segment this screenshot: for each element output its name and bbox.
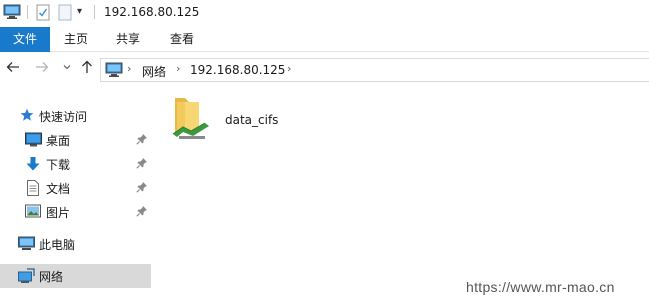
- sidebar-item-pictures[interactable]: 图片: [0, 200, 151, 224]
- sidebar-item-network[interactable]: 网络: [0, 264, 151, 288]
- back-arrow-icon[interactable]: [4, 60, 22, 80]
- navigation-bar: › 网络 › 192.168.80.125 ›: [0, 55, 649, 85]
- title-bar: ▾ 192.168.80.125: [0, 0, 649, 27]
- watermark-text: https://www.mr-mao.cn: [466, 279, 615, 295]
- sidebar-item-label: 此电脑: [39, 238, 76, 252]
- computer-icon: [3, 4, 21, 23]
- title-separator: [94, 5, 95, 19]
- download-icon: [25, 156, 41, 172]
- forward-arrow-icon[interactable]: [33, 60, 51, 80]
- document-icon: [26, 180, 42, 196]
- customize-dropdown-icon[interactable]: ▾: [77, 6, 82, 17]
- pin-icon[interactable]: [136, 133, 148, 145]
- sidebar-item-desktop[interactable]: 桌面: [0, 128, 151, 152]
- sidebar-item-quick-access[interactable]: 快速访问: [0, 104, 151, 128]
- sidebar-item-label: 桌面: [46, 134, 71, 148]
- network-share-folder-icon: [169, 94, 211, 147]
- tab-view[interactable]: 查看: [162, 27, 202, 52]
- sidebar-item-label: 文档: [46, 182, 71, 196]
- navigation-pane: 快速访问 桌面 下载 文档 图片 此电脑 网络: [0, 88, 151, 303]
- sidebar-item-label: 下载: [46, 158, 71, 172]
- pin-icon[interactable]: [136, 157, 148, 169]
- breadcrumb-chevron-icon[interactable]: ›: [287, 62, 291, 75]
- tab-file[interactable]: 文件: [0, 27, 50, 52]
- computer-icon: [105, 62, 123, 81]
- breadcrumb-chevron-icon[interactable]: ›: [176, 62, 180, 75]
- list-item[interactable]: data_cifs: [169, 94, 319, 146]
- computer-icon: [18, 236, 35, 252]
- ribbon-tabs: 文件 主页 共享 查看: [0, 27, 649, 52]
- window-title: 192.168.80.125: [104, 5, 200, 19]
- pictures-icon: [25, 204, 41, 220]
- tab-share[interactable]: 共享: [108, 27, 148, 52]
- desktop-icon: [25, 132, 42, 148]
- breadcrumb-host[interactable]: 192.168.80.125: [190, 63, 285, 77]
- properties-icon[interactable]: [35, 4, 51, 24]
- new-folder-icon[interactable]: [57, 4, 73, 24]
- title-separator: [27, 5, 28, 19]
- up-arrow-icon[interactable]: [78, 60, 96, 80]
- network-icon: [18, 268, 35, 284]
- breadcrumb-chevron-icon[interactable]: ›: [127, 62, 131, 75]
- sidebar-item-this-pc[interactable]: 此电脑: [0, 232, 151, 256]
- sidebar-item-label: 网络: [39, 270, 64, 284]
- pin-icon[interactable]: [136, 181, 148, 193]
- recent-locations-chevron-icon[interactable]: [58, 60, 76, 80]
- sidebar-item-label: 图片: [46, 206, 71, 220]
- address-bar[interactable]: › 网络 › 192.168.80.125 ›: [100, 58, 649, 82]
- sidebar-item-downloads[interactable]: 下载: [0, 152, 151, 176]
- star-icon: [20, 108, 36, 124]
- folder-name: data_cifs: [225, 113, 279, 127]
- sidebar-item-documents[interactable]: 文档: [0, 176, 151, 200]
- tab-home[interactable]: 主页: [56, 27, 96, 52]
- pin-icon[interactable]: [136, 205, 148, 217]
- breadcrumb-network[interactable]: 网络: [142, 63, 166, 80]
- sidebar-item-label: 快速访问: [39, 110, 88, 124]
- file-list: data_cifs: [151, 88, 649, 303]
